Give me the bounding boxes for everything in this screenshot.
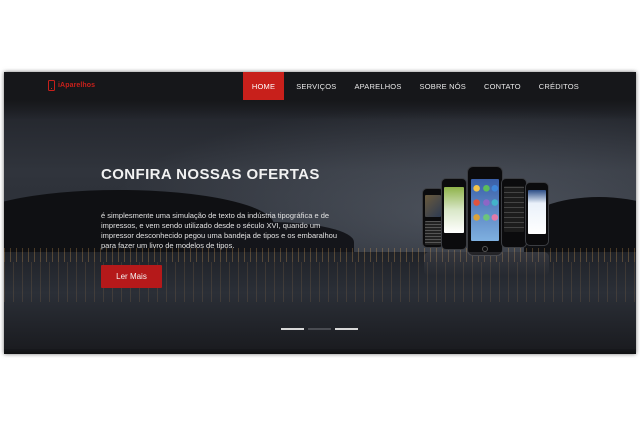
phones-reflection	[424, 252, 549, 276]
phone-htc	[501, 178, 527, 248]
nav-item-servicos[interactable]: SERVIÇOS	[287, 72, 345, 100]
phone-icon	[48, 80, 55, 91]
nav-item-sobre-nos[interactable]: SOBRE NÓS	[411, 72, 475, 100]
logo-text: iAparelhos	[58, 82, 96, 89]
bottom-strip	[4, 349, 636, 354]
phone-android	[441, 178, 467, 250]
phone-iphone-center	[467, 166, 503, 256]
slider-dot-2[interactable]	[308, 328, 331, 330]
nav-menu: HOME SERVIÇOS APARELHOS SOBRE NÓS CONTAT…	[242, 72, 588, 100]
nav-item-home[interactable]: HOME	[242, 72, 285, 100]
slider-dot-1[interactable]	[281, 328, 304, 330]
phone-iphone-right	[525, 182, 549, 246]
nav-item-creditos[interactable]: CRÉDITOS	[530, 72, 588, 100]
site-screenshot-frame: CONFIRA NOSSAS OFERTAS é simplesmente um…	[4, 72, 636, 354]
hero-headline: CONFIRA NOSSAS OFERTAS	[101, 166, 320, 183]
slider-dot-3[interactable]	[335, 328, 358, 330]
slider-indicators	[281, 328, 358, 330]
navbar-shadow	[4, 100, 636, 120]
nav-item-aparelhos[interactable]: APARELHOS	[345, 72, 410, 100]
read-more-button[interactable]: Ler Mais	[101, 265, 162, 288]
hero-body-text: é simplesmente uma simulação de texto da…	[101, 211, 337, 250]
navbar: iAparelhos HOME SERVIÇOS APARELHOS SOBRE…	[4, 72, 636, 100]
site-logo[interactable]: iAparelhos	[48, 80, 95, 91]
nav-item-contato[interactable]: CONTATO	[475, 72, 530, 100]
